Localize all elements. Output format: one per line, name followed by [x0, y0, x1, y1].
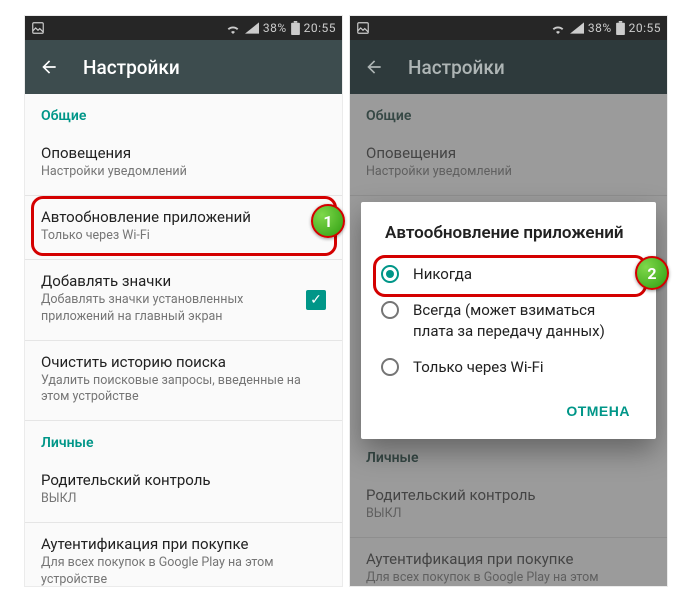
status-bar: 38% 20:55: [25, 16, 342, 40]
item-subtitle: Для всех покупок в Google Play на этом у…: [41, 555, 326, 586]
radio-unselected-icon: [381, 358, 399, 376]
step-badge-2: 2: [635, 256, 669, 290]
checkbox-checked-icon[interactable]: ✓: [306, 290, 326, 310]
wifi-icon: [550, 22, 566, 34]
battery-icon: [616, 21, 625, 35]
battery-icon: [291, 21, 300, 35]
autoupdate-dialog: Автообновление приложений Никогда Всегда…: [361, 202, 656, 439]
radio-option-wifi[interactable]: Только через Wi-Fi: [365, 349, 652, 385]
clock-text: 20:55: [629, 21, 661, 35]
cancel-button[interactable]: ОТМЕНА: [556, 395, 640, 427]
signal-icon: [245, 22, 259, 34]
radio-label: Никогда: [413, 264, 472, 284]
radio-option-never[interactable]: Никогда: [365, 256, 652, 292]
radio-unselected-icon: [381, 301, 399, 319]
radio-label: Всегда (может взиматься плата за передач…: [413, 300, 632, 341]
app-bar: Настройки: [25, 40, 342, 94]
settings-list-dimmed: Общие Оповещения Настройки уведомлений Л…: [350, 94, 667, 586]
step-badge-1: 1: [311, 204, 345, 238]
item-title: Добавлять значки: [41, 272, 326, 290]
item-subtitle: Настройки уведомлений: [41, 164, 326, 181]
app-bar: Настройки: [350, 40, 667, 94]
status-bar: 38% 20:55: [350, 16, 667, 40]
settings-list: Общие Оповещения Настройки уведомлений А…: [25, 94, 342, 586]
item-add-icons[interactable]: Добавлять значки Добавлять значки устано…: [25, 260, 342, 340]
item-subtitle: Добавлять значки установленных приложени…: [41, 292, 281, 326]
screenshot-left: 38% 20:55 Настройки Общие Оповещения Нас…: [25, 16, 342, 586]
radio-selected-icon: [381, 265, 399, 283]
page-title: Настройки: [408, 56, 505, 79]
signal-icon: [570, 22, 584, 34]
dialog-title: Автообновление приложений: [365, 222, 652, 256]
item-title: Оповещения: [41, 144, 326, 162]
item-parental[interactable]: Родительский контроль ВЫКЛ: [25, 459, 342, 522]
picture-icon: [356, 21, 370, 35]
page-title: Настройки: [83, 56, 180, 79]
section-header-general: Общие: [25, 94, 342, 132]
radio-label: Только через Wi-Fi: [413, 357, 544, 377]
item-subtitle: Удалить поисковые запросы, введенные на …: [41, 373, 326, 407]
picture-icon: [31, 21, 45, 35]
item-subtitle: ВЫКЛ: [41, 491, 326, 508]
battery-text: 38%: [263, 21, 287, 35]
wifi-icon: [225, 22, 241, 34]
screenshot-right: 38% 20:55 Настройки Общие Оповещения Нас…: [350, 16, 667, 586]
dialog-actions: ОТМЕНА: [365, 385, 652, 431]
item-clear-search[interactable]: Очистить историю поиска Удалить поисковы…: [25, 341, 342, 421]
section-header-personal: Личные: [25, 421, 342, 459]
item-notifications[interactable]: Оповещения Настройки уведомлений: [25, 132, 342, 195]
item-auth[interactable]: Аутентификация при покупке Для всех поку…: [25, 523, 342, 586]
item-title: Автообновление приложений: [41, 208, 326, 226]
item-title: Очистить историю поиска: [41, 353, 326, 371]
battery-text: 38%: [588, 21, 612, 35]
item-title: Родительский контроль: [41, 471, 326, 489]
back-icon[interactable]: [364, 57, 384, 77]
clock-text: 20:55: [304, 21, 336, 35]
back-icon[interactable]: [39, 57, 59, 77]
radio-option-always[interactable]: Всегда (может взиматься плата за передач…: [365, 292, 652, 349]
item-title: Аутентификация при покупке: [41, 535, 326, 553]
item-subtitle: Только через Wi-Fi: [41, 228, 326, 245]
item-autoupdate[interactable]: Автообновление приложений Только через W…: [25, 196, 342, 259]
